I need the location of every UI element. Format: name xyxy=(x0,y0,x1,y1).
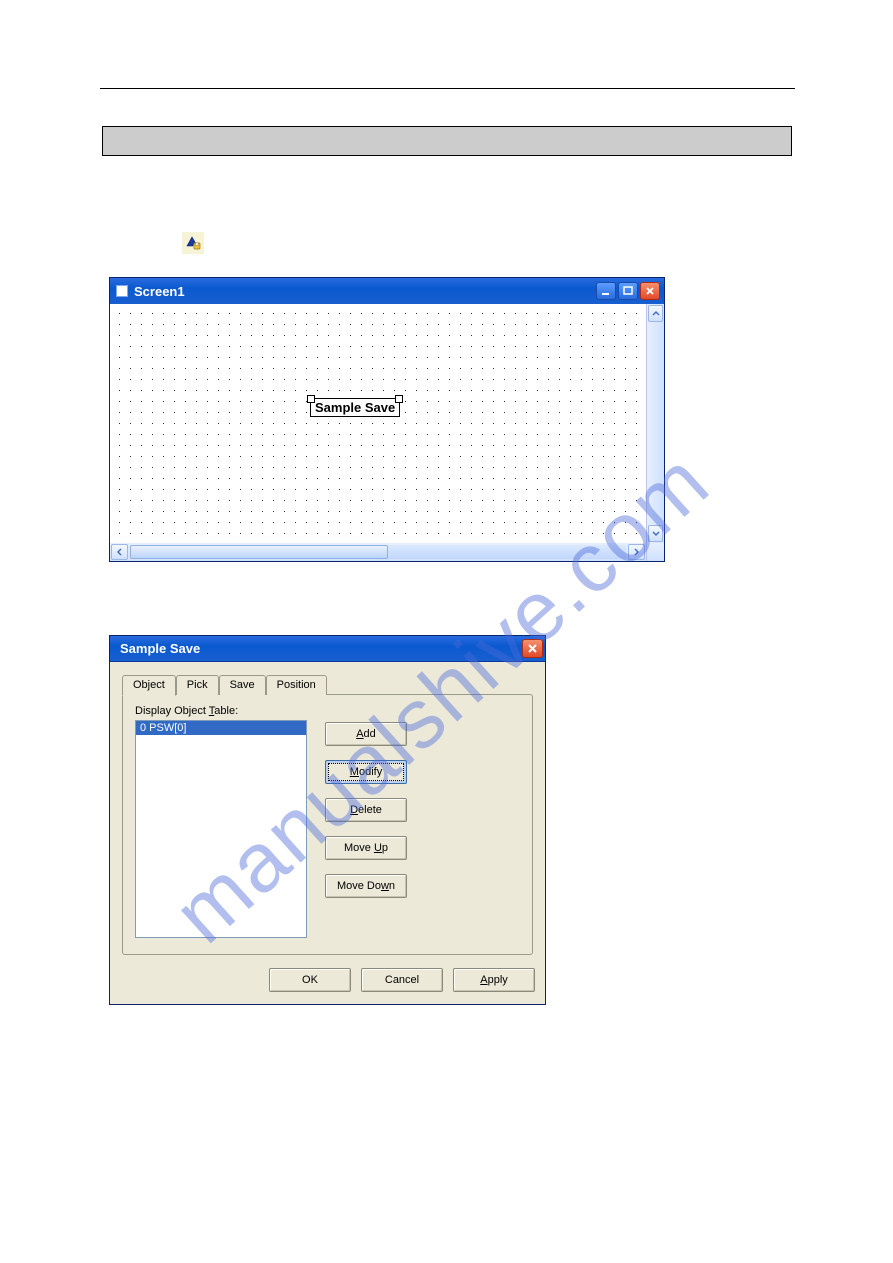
screen1-window: Screen1 Sample Save xyxy=(109,277,665,562)
tab-position[interactable]: Position xyxy=(266,675,327,695)
delete-button[interactable]: Delete xyxy=(325,798,407,822)
chevron-left-icon xyxy=(116,548,124,556)
vertical-scrollbar[interactable] xyxy=(646,304,664,543)
sample-icon xyxy=(184,234,202,252)
minimize-icon xyxy=(601,286,611,296)
close-button[interactable] xyxy=(640,282,660,300)
sample-save-object[interactable]: Sample Save xyxy=(310,398,400,417)
window-icon xyxy=(116,285,128,297)
toolbar-sample-save-icon[interactable] xyxy=(182,232,204,254)
scroll-up-button[interactable] xyxy=(648,305,663,322)
add-button[interactable]: Add xyxy=(325,722,407,746)
maximize-button[interactable] xyxy=(618,282,638,300)
display-object-table-label: Display Object Table: xyxy=(135,705,520,717)
apply-button[interactable]: Apply xyxy=(453,968,535,992)
scroll-left-button[interactable] xyxy=(111,544,128,560)
move-down-button[interactable]: Move Down xyxy=(325,874,407,898)
close-icon xyxy=(645,286,655,296)
header-divider xyxy=(100,88,795,89)
modify-button[interactable]: Modify xyxy=(325,760,407,784)
resize-grip[interactable] xyxy=(646,543,664,561)
ok-button[interactable]: OK xyxy=(269,968,351,992)
minimize-button[interactable] xyxy=(596,282,616,300)
tab-strip: Object Pick Save Position xyxy=(122,672,533,695)
hscroll-thumb[interactable] xyxy=(130,545,388,559)
tab-object[interactable]: Object xyxy=(122,675,176,696)
chevron-up-icon xyxy=(652,310,660,318)
tab-pick[interactable]: Pick xyxy=(176,675,219,695)
move-up-button[interactable]: Move Up xyxy=(325,836,407,860)
scroll-down-button[interactable] xyxy=(648,525,663,542)
tab-panel-object: Display Object Table: 0 PSW[0] Add Modif… xyxy=(122,694,533,955)
dialog-close-button[interactable] xyxy=(522,639,543,658)
hscroll-track[interactable] xyxy=(130,545,626,559)
section-bar xyxy=(102,126,792,156)
tab-save[interactable]: Save xyxy=(219,675,266,695)
chevron-down-icon xyxy=(652,530,660,538)
screen1-titlebar[interactable]: Screen1 xyxy=(110,278,664,304)
scroll-right-button[interactable] xyxy=(628,544,645,560)
display-object-table-list[interactable]: 0 PSW[0] xyxy=(135,720,307,938)
vscroll-track[interactable] xyxy=(647,323,664,524)
sample-save-dialog: Sample Save Object Pick Save Position Di… xyxy=(109,635,546,1005)
dialog-titlebar[interactable]: Sample Save xyxy=(110,636,545,662)
maximize-icon xyxy=(623,286,633,296)
screen1-title: Screen1 xyxy=(134,284,596,299)
list-item[interactable]: 0 PSW[0] xyxy=(136,721,306,735)
screen-canvas[interactable]: Sample Save xyxy=(110,304,646,543)
chevron-right-icon xyxy=(633,548,641,556)
dialog-title: Sample Save xyxy=(116,641,522,656)
horizontal-scrollbar[interactable] xyxy=(110,543,646,561)
cancel-button[interactable]: Cancel xyxy=(361,968,443,992)
close-icon xyxy=(527,643,538,654)
